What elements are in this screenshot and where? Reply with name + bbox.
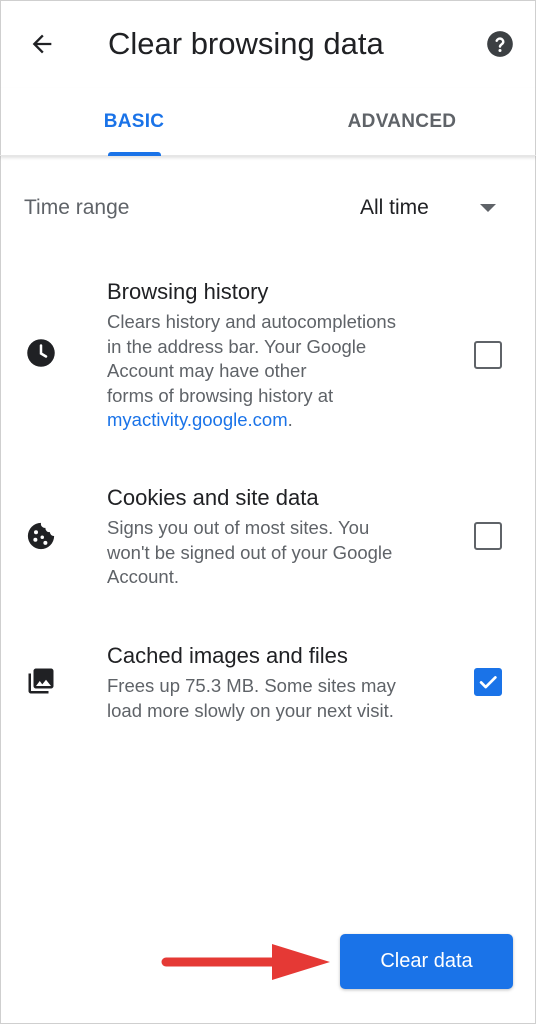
item-description: Clears history and autocompletions in th… — [107, 311, 396, 430]
page-title: Clear browsing data — [108, 26, 384, 61]
arrow-back-icon — [32, 34, 52, 54]
item-description: Signs you out of most sites. You won't b… — [107, 517, 393, 587]
red-arrow-icon — [161, 944, 330, 980]
clear-data-button[interactable]: Clear data — [340, 934, 513, 989]
cookie-icon — [26, 521, 56, 551]
browsing-history-option[interactable]: Browsing history Clears history and auto… — [0, 276, 536, 436]
item-title: Cached images and files — [107, 643, 348, 668]
myactivity-link[interactable]: myactivity.google.com — [107, 409, 288, 430]
item-title: Browsing history — [107, 279, 269, 304]
clock-icon — [26, 338, 56, 368]
browsing-history-checkbox[interactable] — [474, 341, 502, 369]
checkmark-icon — [479, 676, 497, 689]
images-icon — [26, 666, 56, 696]
time-range-value[interactable]: All time — [360, 196, 429, 220]
back-button[interactable] — [22, 24, 62, 64]
help-button[interactable] — [484, 28, 516, 60]
tab-advanced[interactable]: ADVANCED — [268, 88, 536, 156]
help-icon — [487, 31, 513, 57]
time-range-label: Time range — [24, 196, 130, 219]
app-bar: Clear browsing data — [0, 0, 536, 88]
tab-indicator — [108, 152, 161, 156]
cached-images-checkbox[interactable] — [474, 668, 502, 696]
cookies-checkbox[interactable] — [474, 522, 502, 550]
time-range-selector[interactable]: Time range All time — [0, 184, 536, 236]
tab-basic[interactable]: BASIC — [0, 88, 268, 156]
cached-images-option[interactable]: Cached images and files Frees up 75.3 MB… — [0, 640, 536, 730]
item-title: Cookies and site data — [107, 485, 319, 510]
item-description: Frees up 75.3 MB. Some sites may load mo… — [107, 675, 396, 721]
tab-bar: BASIC ADVANCED — [0, 88, 536, 156]
cookies-option[interactable]: Cookies and site data Signs you out of m… — [0, 482, 536, 592]
dropdown-caret-icon[interactable] — [480, 204, 496, 212]
